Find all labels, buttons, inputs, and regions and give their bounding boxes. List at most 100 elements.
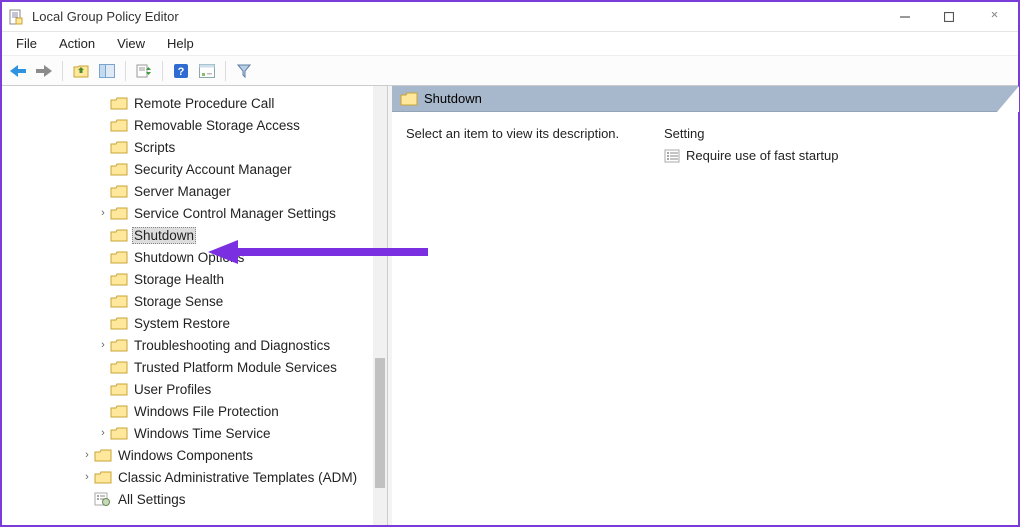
toolbar-separator bbox=[162, 61, 163, 81]
export-list-button[interactable] bbox=[132, 59, 156, 83]
folder-icon bbox=[110, 162, 128, 176]
toolbar: ? bbox=[2, 56, 1018, 86]
tree-item-label: Shutdown bbox=[132, 227, 196, 244]
menu-action[interactable]: Action bbox=[49, 34, 105, 53]
folder-icon bbox=[94, 470, 112, 484]
app-icon bbox=[8, 9, 24, 25]
toolbar-separator bbox=[225, 61, 226, 81]
folder-icon bbox=[110, 404, 128, 418]
tree-item-label: Classic Administrative Templates (ADM) bbox=[116, 470, 359, 485]
folder-icon bbox=[110, 228, 128, 242]
expand-chevron-icon[interactable]: › bbox=[96, 339, 110, 351]
tree-item-service-control-manager-settings[interactable]: › Service Control Manager Settings bbox=[2, 202, 387, 224]
folder-icon bbox=[110, 140, 128, 154]
tree-item-label: Storage Sense bbox=[132, 294, 225, 309]
properties-button[interactable] bbox=[195, 59, 219, 83]
tree-item-windows-components[interactable]: › Windows Components bbox=[2, 444, 387, 466]
tree-item-windows-file-protection[interactable]: ·Windows File Protection bbox=[2, 400, 387, 422]
tree-item-windows-time-service[interactable]: › Windows Time Service bbox=[2, 422, 387, 444]
folder-icon bbox=[110, 96, 128, 110]
expand-chevron-icon[interactable]: › bbox=[96, 207, 110, 219]
tree-item-label: Storage Health bbox=[132, 272, 226, 287]
setting-item[interactable]: Require use of fast startup bbox=[664, 147, 1004, 164]
tree-item-label: Remote Procedure Call bbox=[132, 96, 276, 111]
minimize-button[interactable] bbox=[892, 7, 918, 27]
detail-body: Select an item to view its description. … bbox=[392, 112, 1018, 525]
close-button[interactable] bbox=[980, 7, 1006, 27]
up-one-level-button[interactable] bbox=[69, 59, 93, 83]
back-button[interactable] bbox=[6, 59, 30, 83]
detail-title: Shutdown bbox=[424, 91, 482, 106]
setting-column-header: Setting bbox=[664, 126, 1004, 141]
folder-icon bbox=[110, 426, 128, 440]
policy-tree[interactable]: ·Remote Procedure Call·Removable Storage… bbox=[2, 86, 387, 525]
content-area: ·Remote Procedure Call·Removable Storage… bbox=[2, 86, 1018, 525]
description-placeholder: Select an item to view its description. bbox=[406, 126, 619, 141]
tree-item-label: Windows Time Service bbox=[132, 426, 273, 441]
tree-item-shutdown-options[interactable]: ·Shutdown Options bbox=[2, 246, 387, 268]
tree-item-label: Windows Components bbox=[116, 448, 255, 463]
tree-item-label: Scripts bbox=[132, 140, 177, 155]
tree-item-system-restore[interactable]: ·System Restore bbox=[2, 312, 387, 334]
folder-icon bbox=[110, 118, 128, 132]
toolbar-separator bbox=[125, 61, 126, 81]
description-column: Select an item to view its description. bbox=[406, 126, 636, 511]
folder-icon bbox=[94, 448, 112, 462]
forward-button[interactable] bbox=[32, 59, 56, 83]
menu-view[interactable]: View bbox=[107, 34, 155, 53]
detail-header: Shutdown bbox=[392, 86, 1018, 112]
window-controls bbox=[892, 7, 1012, 27]
filter-button[interactable] bbox=[232, 59, 256, 83]
policy-icon bbox=[664, 149, 680, 163]
folder-icon bbox=[110, 338, 128, 352]
tree-panel: ·Remote Procedure Call·Removable Storage… bbox=[2, 86, 388, 525]
show-hide-console-tree-button[interactable] bbox=[95, 59, 119, 83]
tree-item-server-manager[interactable]: ·Server Manager bbox=[2, 180, 387, 202]
tree-item-label: Server Manager bbox=[132, 184, 233, 199]
tree-item-label: Shutdown Options bbox=[132, 250, 246, 265]
tree-item-user-profiles[interactable]: ·User Profiles bbox=[2, 378, 387, 400]
menu-help[interactable]: Help bbox=[157, 34, 204, 53]
tree-item-remote-procedure-call[interactable]: ·Remote Procedure Call bbox=[2, 92, 387, 114]
settings-column: Setting Require use of fast startup bbox=[664, 126, 1004, 511]
application-window: Local Group Policy Editor File Action Vi… bbox=[0, 0, 1020, 527]
folder-icon bbox=[110, 316, 128, 330]
folder-icon bbox=[110, 272, 128, 286]
tree-item-label: Windows File Protection bbox=[132, 404, 281, 419]
menu-file[interactable]: File bbox=[6, 34, 47, 53]
tree-item-troubleshooting-and-diagnostics[interactable]: › Troubleshooting and Diagnostics bbox=[2, 334, 387, 356]
tree-item-trusted-platform-module-services[interactable]: ·Trusted Platform Module Services bbox=[2, 356, 387, 378]
tree-item-security-account-manager[interactable]: ·Security Account Manager bbox=[2, 158, 387, 180]
tree-item-label: User Profiles bbox=[132, 382, 213, 397]
setting-label: Require use of fast startup bbox=[686, 148, 838, 163]
expand-chevron-icon[interactable]: › bbox=[96, 427, 110, 439]
expand-chevron-icon[interactable]: › bbox=[80, 471, 94, 483]
vertical-scrollbar[interactable] bbox=[373, 86, 387, 525]
tree-item-all-settings[interactable]: ·All Settings bbox=[2, 488, 387, 510]
maximize-button[interactable] bbox=[936, 7, 962, 27]
tree-item-label: Security Account Manager bbox=[132, 162, 294, 177]
tree-item-shutdown[interactable]: ·Shutdown bbox=[2, 224, 387, 246]
titlebar: Local Group Policy Editor bbox=[2, 2, 1018, 32]
tree-item-label: Troubleshooting and Diagnostics bbox=[132, 338, 332, 353]
folder-icon bbox=[110, 206, 128, 220]
toolbar-separator bbox=[62, 61, 63, 81]
tree-item-storage-sense[interactable]: ·Storage Sense bbox=[2, 290, 387, 312]
tree-item-label: Trusted Platform Module Services bbox=[132, 360, 339, 375]
folder-icon bbox=[110, 184, 128, 198]
folder-icon bbox=[110, 382, 128, 396]
detail-panel: Shutdown Select an item to view its desc… bbox=[388, 86, 1018, 525]
settings-icon bbox=[94, 492, 112, 506]
tree-item-scripts[interactable]: ·Scripts bbox=[2, 136, 387, 158]
help-button[interactable]: ? bbox=[169, 59, 193, 83]
tree-item-label: Service Control Manager Settings bbox=[132, 206, 338, 221]
folder-icon bbox=[110, 250, 128, 264]
scrollbar-thumb[interactable] bbox=[375, 358, 385, 488]
folder-icon bbox=[110, 360, 128, 374]
tree-item-label: System Restore bbox=[132, 316, 232, 331]
folder-icon bbox=[110, 294, 128, 308]
expand-chevron-icon[interactable]: › bbox=[80, 449, 94, 461]
tree-item-storage-health[interactable]: ·Storage Health bbox=[2, 268, 387, 290]
tree-item-classic-administrative-templates-adm-[interactable]: › Classic Administrative Templates (ADM) bbox=[2, 466, 387, 488]
tree-item-removable-storage-access[interactable]: ·Removable Storage Access bbox=[2, 114, 387, 136]
